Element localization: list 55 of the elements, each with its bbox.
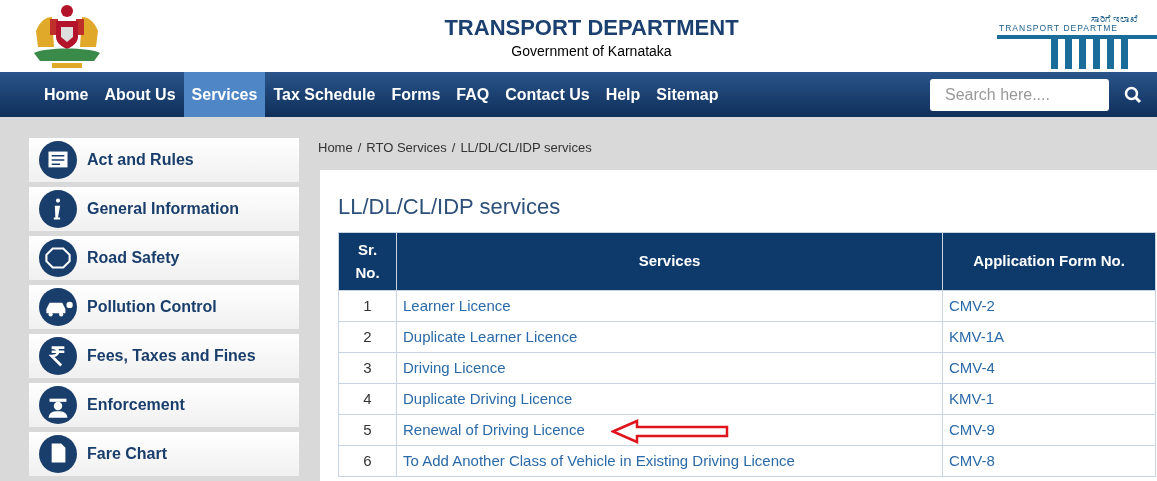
table-cell: 2	[363, 327, 372, 345]
table-link[interactable]: Driving Licence	[403, 358, 506, 376]
document-icon	[39, 141, 77, 179]
nav-link[interactable]: FAQ	[448, 72, 498, 117]
site-title: TRANSPORT DEPARTMENT	[444, 13, 739, 42]
table-link[interactable]: Duplicate Learner Licence	[403, 327, 578, 345]
table-cell: 6	[363, 451, 372, 469]
breadcrumb-separator: /	[451, 139, 456, 158]
officer-icon	[39, 386, 77, 424]
logo-text: ಸಾರಿಗೆ ಇಲಾಖೆ	[1091, 14, 1139, 24]
sidebar-item[interactable]: Enforcement	[29, 383, 299, 427]
breadcrumb-separator: /	[357, 139, 362, 158]
document-icon	[39, 435, 77, 473]
table-cell: 3	[363, 358, 372, 376]
table-link[interactable]: CMV-8	[949, 451, 995, 469]
nav-link[interactable]: Help	[597, 72, 649, 117]
logo-caption: TRANSPORT DEPARTME	[999, 24, 1119, 33]
breadcrumb-link[interactable]: Home	[318, 138, 353, 158]
breadcrumb-current: LL/DL/CL/IDP services	[460, 139, 592, 158]
sidebar-item[interactable]: Pollution Control	[29, 285, 299, 329]
car-icon	[39, 288, 77, 326]
sidebar-item[interactable]: Road Safety	[29, 236, 299, 280]
breadcrumb-link[interactable]: RTO Services	[366, 138, 447, 158]
table-cell: 5	[363, 420, 372, 438]
nav-link[interactable]: Forms	[383, 72, 449, 117]
table-cell: 4	[363, 389, 372, 407]
nav-link[interactable]: Tax Schedule	[265, 72, 384, 117]
sidebar-item[interactable]: Fees, Taxes and Fines	[29, 334, 299, 378]
sign-icon	[39, 239, 77, 277]
nav-link[interactable]: About Us	[96, 72, 184, 117]
table-link[interactable]: KMV-1	[949, 389, 994, 407]
info-icon	[39, 190, 77, 228]
nav-link[interactable]: Services	[183, 72, 266, 117]
nav-link[interactable]: Contact Us	[497, 72, 598, 117]
table-link[interactable]: CMV-2	[949, 296, 995, 314]
rupee-icon	[39, 337, 77, 375]
table-link[interactable]: Learner Licence	[403, 296, 511, 314]
page-title: LL/DL/CL/IDP services	[338, 196, 562, 218]
table-link[interactable]: Renewal of Driving Licence	[403, 420, 585, 438]
table-cell: 1	[363, 296, 372, 314]
search-icon[interactable]	[1124, 85, 1142, 104]
table-link[interactable]: KMV-1A	[949, 327, 1005, 345]
table-link[interactable]: CMV-9	[949, 420, 995, 438]
column-header: Sr. No.	[338, 232, 397, 291]
column-header: Services	[396, 232, 943, 291]
sidebar-item[interactable]: General Information	[29, 187, 299, 231]
column-header: Application Form No.	[942, 232, 1156, 291]
table-link[interactable]: Duplicate Driving Licence	[403, 389, 573, 407]
search-field[interactable]: Search here....	[930, 78, 1109, 111]
sidebar-item[interactable]: Act and Rules	[29, 138, 299, 182]
sidebar-item[interactable]: Fare Chart	[29, 432, 299, 476]
nav-link[interactable]: Sitemap	[648, 72, 727, 117]
table-link[interactable]: CMV-4	[949, 358, 995, 376]
site-subtitle: Government of Karnataka	[511, 42, 672, 62]
nav-link[interactable]: Home	[36, 72, 97, 117]
